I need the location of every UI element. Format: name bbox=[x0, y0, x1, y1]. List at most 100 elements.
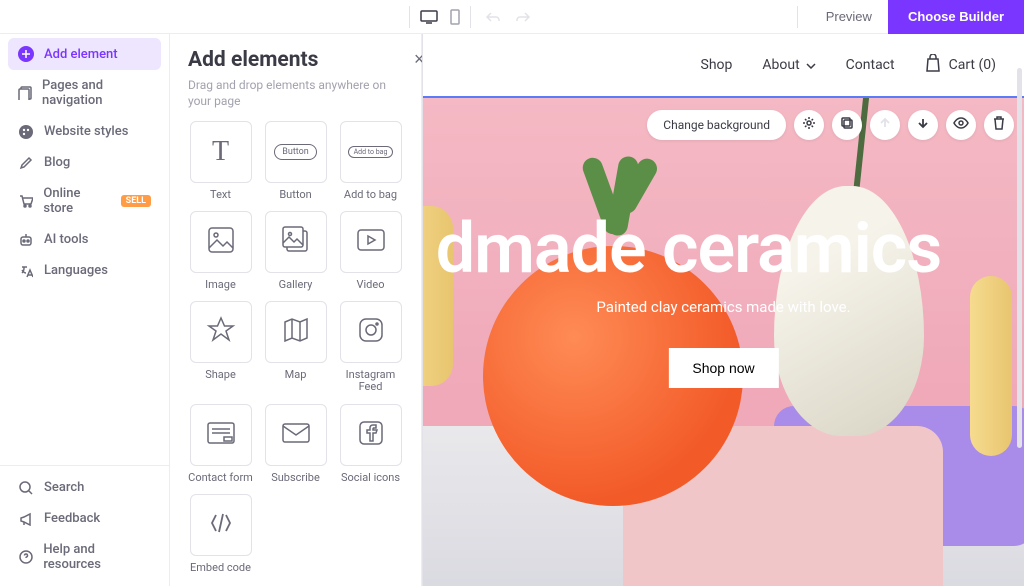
sidebar-item-blog[interactable]: Blog bbox=[8, 147, 161, 178]
sidebar: Add element Pages and navigation Website… bbox=[0, 34, 170, 586]
sidebar-item-ai[interactable]: AI tools bbox=[8, 224, 161, 255]
redo-icon[interactable] bbox=[515, 11, 531, 23]
close-icon: × bbox=[414, 49, 422, 69]
sell-badge: SELL bbox=[121, 195, 151, 207]
element-shape[interactable]: Shape bbox=[188, 301, 253, 393]
desktop-icon[interactable] bbox=[420, 10, 438, 24]
element-label: Gallery bbox=[279, 279, 313, 291]
text-icon: T bbox=[212, 136, 229, 168]
canvas-scrollbar[interactable] bbox=[1016, 34, 1024, 586]
sidebar-item-search[interactable]: Search bbox=[8, 472, 161, 503]
device-toggle bbox=[409, 6, 471, 28]
choose-builder-button[interactable]: Choose Builder bbox=[888, 0, 1024, 34]
element-label: Add to bag bbox=[344, 189, 397, 201]
element-subscribe[interactable]: Subscribe bbox=[263, 404, 328, 484]
sidebar-item-add-element[interactable]: Add element bbox=[8, 38, 161, 70]
translate-icon bbox=[18, 264, 34, 278]
topbar: Preview Choose Builder bbox=[0, 0, 1024, 34]
sidebar-item-label: Online store bbox=[43, 186, 110, 216]
code-icon bbox=[204, 512, 238, 538]
element-instagram[interactable]: Instagram Feed bbox=[338, 301, 403, 393]
element-button[interactable]: Button Button bbox=[263, 121, 328, 201]
mobile-icon[interactable] bbox=[450, 9, 460, 25]
shop-now-button[interactable]: Shop now bbox=[668, 348, 778, 388]
arrow-up-icon bbox=[879, 117, 891, 133]
preview-button[interactable]: Preview bbox=[810, 1, 888, 32]
cart-label: Cart (0) bbox=[949, 57, 996, 73]
megaphone-icon bbox=[18, 512, 34, 526]
element-video[interactable]: Video bbox=[338, 211, 403, 291]
star-icon bbox=[206, 315, 236, 349]
eye-icon bbox=[953, 117, 969, 133]
duplicate-button[interactable] bbox=[832, 110, 862, 140]
element-label: Contact form bbox=[188, 472, 253, 484]
close-panel-button[interactable]: × bbox=[408, 48, 422, 71]
element-label: Text bbox=[210, 189, 231, 201]
video-icon bbox=[356, 228, 386, 256]
element-label: Social icons bbox=[341, 472, 400, 484]
element-gallery[interactable]: Gallery bbox=[263, 211, 328, 291]
nav-about-label: About bbox=[762, 57, 799, 73]
map-icon bbox=[282, 316, 310, 348]
element-label: Embed code bbox=[190, 562, 251, 574]
envelope-icon bbox=[281, 422, 311, 448]
element-label: Map bbox=[285, 369, 307, 381]
hero-section[interactable]: dmade ceramics Painted clay ceramics mad… bbox=[423, 96, 1024, 586]
nav-contact[interactable]: Contact bbox=[846, 57, 895, 73]
element-label: Button bbox=[279, 189, 311, 201]
trash-icon bbox=[993, 116, 1005, 134]
canvas: Shop About Contact Cart (0) bbox=[422, 34, 1024, 586]
sidebar-item-store[interactable]: Online store SELL bbox=[8, 178, 161, 224]
element-social-icons[interactable]: Social icons bbox=[338, 404, 403, 484]
element-label: Video bbox=[357, 279, 385, 291]
button-icon: Button bbox=[274, 144, 316, 160]
sidebar-item-label: Add element bbox=[44, 47, 118, 62]
element-map[interactable]: Map bbox=[263, 301, 328, 393]
sidebar-item-styles[interactable]: Website styles bbox=[8, 116, 161, 147]
element-contact-form[interactable]: Contact form bbox=[188, 404, 253, 484]
scrollbar-thumb[interactable] bbox=[1017, 68, 1022, 448]
delete-button[interactable] bbox=[984, 110, 1014, 140]
image-icon bbox=[207, 226, 235, 258]
add-to-bag-icon: Add to bag bbox=[348, 146, 394, 158]
nav-shop[interactable]: Shop bbox=[701, 57, 733, 73]
visibility-button[interactable] bbox=[946, 110, 976, 140]
element-embed-code[interactable]: Embed code bbox=[188, 494, 253, 574]
element-label: Subscribe bbox=[271, 472, 320, 484]
sidebar-item-pages[interactable]: Pages and navigation bbox=[8, 70, 161, 116]
sidebar-item-help[interactable]: Help and resources bbox=[8, 534, 161, 580]
search-icon bbox=[18, 481, 34, 495]
arrow-down-icon bbox=[917, 117, 929, 133]
sidebar-item-label: Search bbox=[44, 480, 84, 495]
element-label: Image bbox=[205, 279, 236, 291]
cart-link[interactable]: Cart (0) bbox=[925, 54, 996, 76]
instagram-icon bbox=[357, 316, 385, 348]
robot-icon bbox=[18, 233, 34, 247]
element-image[interactable]: Image bbox=[188, 211, 253, 291]
chevron-down-icon bbox=[806, 57, 816, 73]
sidebar-item-label: Languages bbox=[44, 263, 108, 278]
bag-icon bbox=[925, 54, 941, 76]
help-icon bbox=[18, 550, 33, 564]
element-add-to-bag[interactable]: Add to bag Add to bag bbox=[338, 121, 403, 201]
sidebar-item-languages[interactable]: Languages bbox=[8, 255, 161, 286]
section-settings-button[interactable] bbox=[794, 110, 824, 140]
hero-title: dmade ceramics bbox=[423, 208, 989, 290]
sidebar-item-label: Website styles bbox=[44, 124, 128, 139]
element-text[interactable]: T Text bbox=[188, 121, 253, 201]
sidebar-item-label: Feedback bbox=[44, 511, 100, 526]
form-icon bbox=[206, 421, 236, 449]
move-down-button[interactable] bbox=[908, 110, 938, 140]
undo-icon[interactable] bbox=[485, 11, 501, 23]
plus-circle-icon bbox=[18, 46, 34, 62]
undo-redo bbox=[471, 11, 545, 23]
nav-about[interactable]: About bbox=[762, 57, 815, 73]
move-up-button[interactable] bbox=[870, 110, 900, 140]
copy-icon bbox=[840, 116, 854, 134]
pencil-icon bbox=[18, 156, 34, 170]
palette-icon bbox=[18, 125, 34, 139]
hero-tagline: Painted clay ceramics made with love. bbox=[423, 298, 1024, 316]
sidebar-item-feedback[interactable]: Feedback bbox=[8, 503, 161, 534]
change-background-button[interactable]: Change background bbox=[647, 110, 786, 140]
sidebar-item-label: Help and resources bbox=[43, 542, 151, 572]
